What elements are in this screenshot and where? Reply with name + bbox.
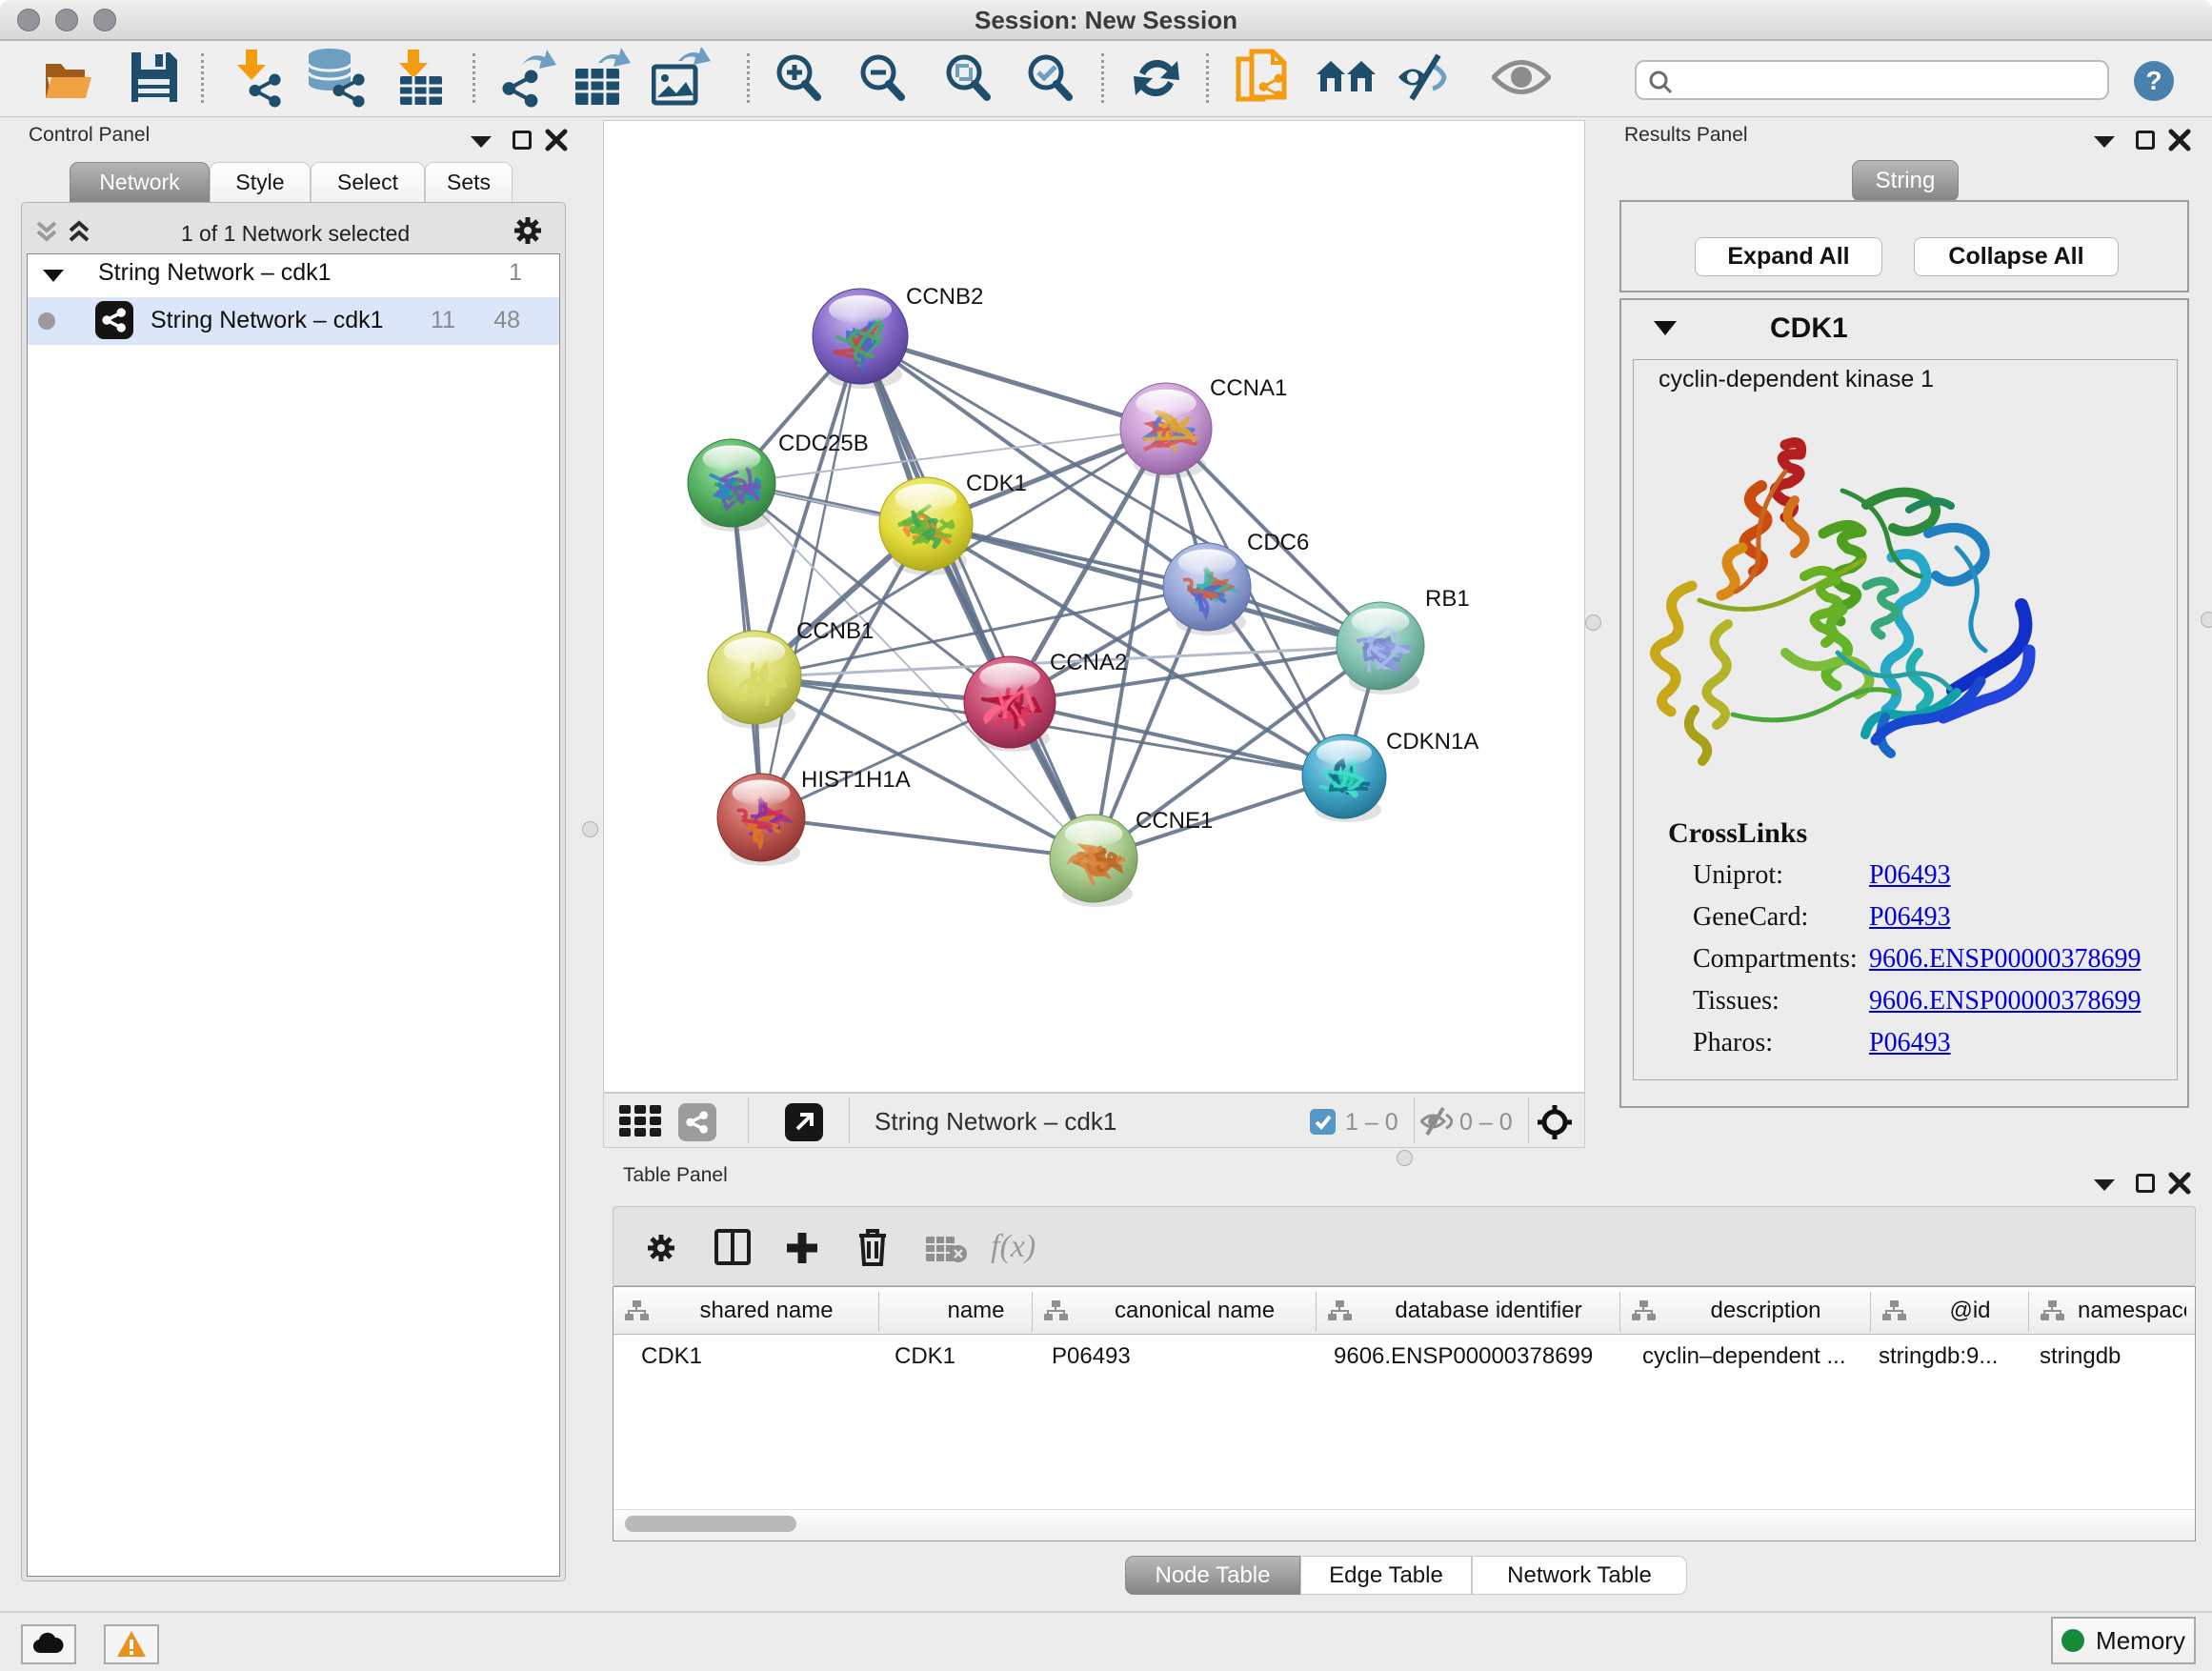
- svg-text:CDKN1A: CDKN1A: [1386, 729, 1478, 755]
- svg-text:CCNB1: CCNB1: [796, 618, 874, 644]
- svg-text:CDC25B: CDC25B: [778, 431, 869, 456]
- svg-text:CCNA2: CCNA2: [1050, 650, 1127, 675]
- svg-text:CCNE1: CCNE1: [1136, 808, 1213, 834]
- svg-text:HIST1H1A: HIST1H1A: [801, 767, 911, 793]
- svg-text:RB1: RB1: [1425, 586, 1470, 612]
- svg-text:CDC6: CDC6: [1247, 530, 1309, 555]
- svg-text:CCNB2: CCNB2: [906, 284, 983, 310]
- svg-text:CDK1: CDK1: [966, 471, 1027, 496]
- svg-text:CCNA1: CCNA1: [1210, 375, 1287, 401]
